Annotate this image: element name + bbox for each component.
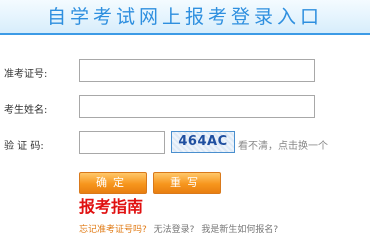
exam-id-input[interactable] [79,59,315,82]
name-label: 考生姓名: [4,105,48,116]
student-name-input[interactable] [79,95,315,118]
page-title: 自学考试网上报考登录入口 [46,6,323,28]
cannot-login-link[interactable]: 无法登录? [154,225,195,235]
refresh-captcha-link[interactable]: 看不清，点击换一个 [238,137,328,152]
new-student-link[interactable]: 我是新生如何报名? [201,225,278,235]
forgot-id-link[interactable]: 忘记准考证号吗? [79,225,147,235]
captcha-image[interactable]: 464AC [171,131,235,153]
header-banner: 自学考试网上报考登录入口 [0,0,370,35]
confirm-button[interactable]: 确定 [79,172,147,194]
captcha-input[interactable] [79,131,165,154]
exam-guide-link[interactable]: 报考指南 [79,193,143,217]
reset-button[interactable]: 重写 [153,172,221,194]
captcha-label: 验 证 码: [4,141,44,152]
id-label: 准考证号: [4,69,48,80]
help-links: 忘记准考证号吗? 无法登录? 我是新生如何报名? [79,222,282,235]
